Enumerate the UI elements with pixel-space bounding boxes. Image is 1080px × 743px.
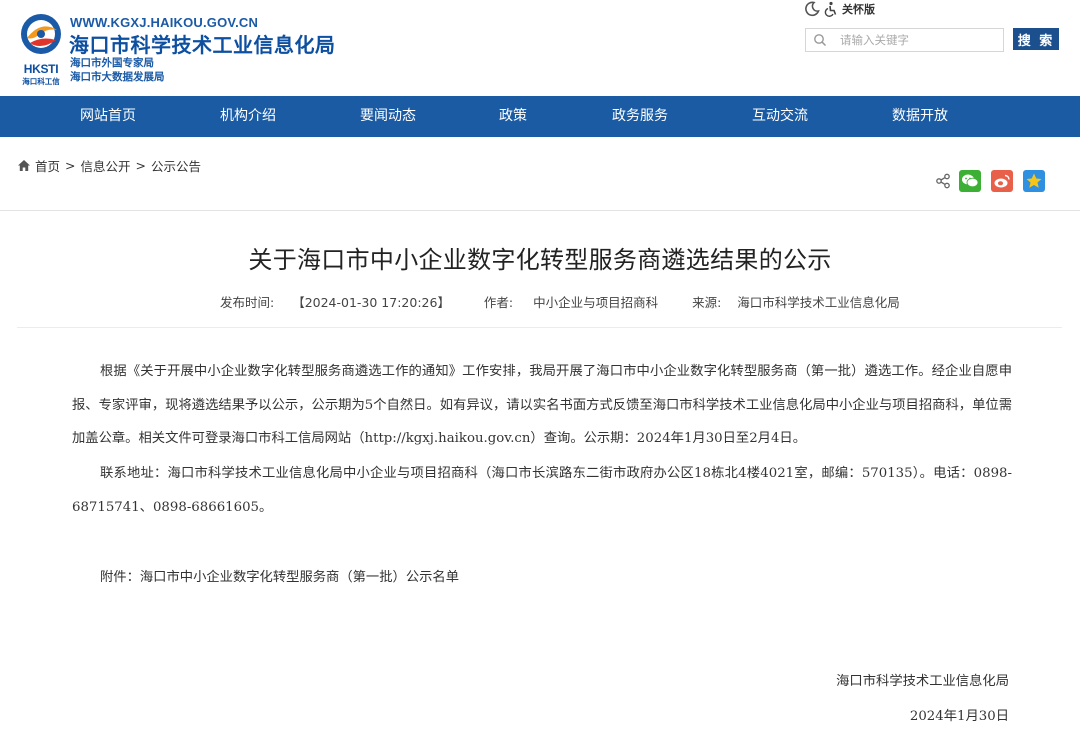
moon-icon[interactable] (804, 1, 820, 17)
title-divider (17, 327, 1062, 328)
breadcrumb-bar: 首页 > 信息公开 > 公示公告 (0, 137, 1080, 211)
publish-date-value: 【2024-01-30 17:20:26】 (292, 295, 450, 310)
weibo-icon[interactable] (991, 170, 1013, 192)
nav-item-policy[interactable]: 政策 (499, 96, 527, 137)
site-url: WWW.KGXJ.HAIKOU.GOV.CN (70, 15, 259, 30)
site-name: 海口市科学技术工业信息化局 (69, 33, 336, 57)
logo-subtext: 海口科工信 (22, 77, 60, 86)
site-header: HKSTI 海口科工信 WWW.KGXJ.HAIKOU.GOV.CN 海口市科学… (0, 0, 1080, 96)
author-value: 中小企业与项目招商科 (533, 295, 659, 310)
breadcrumb: 首页 > 信息公开 > 公示公告 (17, 156, 201, 175)
care-mode-label: 关怀版 (842, 3, 875, 16)
author-label: 作者: (483, 295, 514, 310)
share-bar (935, 170, 1045, 192)
logo-icon[interactable]: HKSTI 海口科工信 (18, 10, 64, 88)
nav-item-home[interactable]: 网站首页 (80, 96, 136, 137)
article-paragraph: 根据《关于开展中小企业数字化转型服务商遴选工作的通知》工作安排，我局开展了海口市… (72, 364, 1012, 446)
breadcrumb-separator: > (65, 158, 76, 173)
wechat-icon[interactable] (959, 170, 981, 192)
breadcrumb-announcements[interactable]: 公示公告 (151, 156, 201, 175)
accessibility-icon[interactable] (823, 1, 839, 17)
care-mode-link[interactable]: 关怀版 (804, 0, 875, 18)
article-title: 关于海口市中小企业数字化转型服务商遴选结果的公示 (248, 246, 832, 274)
nav-item-news[interactable]: 要闻动态 (360, 96, 416, 137)
publish-date-label: 发布时间: (220, 295, 275, 310)
source-value: 海口市科学技术工业信息化局 (737, 295, 900, 310)
search-input[interactable] (834, 29, 999, 51)
nav-item-open-data[interactable]: 数据开放 (892, 96, 948, 137)
nav-item-services[interactable]: 政务服务 (612, 96, 668, 137)
breadcrumb-separator: > (135, 158, 146, 173)
signature-date: 2024年1月30日 (909, 709, 1009, 724)
site-subtitle-foreign-experts: 海口市外国专家局 (70, 57, 154, 69)
article-meta: 发布时间: 【2024-01-30 17:20:26】 作者: 中小企业与项目招… (220, 292, 900, 311)
attachment-link[interactable]: 附件：海口市中小企业数字化转型服务商（第一批）公示名单 (100, 561, 459, 594)
search-button[interactable]: 搜 索 (1013, 28, 1059, 50)
nav-item-interaction[interactable]: 互动交流 (752, 96, 808, 137)
breadcrumb-info-disclosure[interactable]: 信息公开 (81, 156, 131, 175)
main-nav: 网站首页 机构介绍 要闻动态 政策 政务服务 互动交流 数据开放 (0, 96, 1080, 137)
home-icon (17, 159, 31, 172)
source-label: 来源: (692, 295, 722, 310)
qzone-icon[interactable] (1023, 170, 1045, 192)
share-icon (935, 173, 951, 189)
search-box (805, 28, 1004, 52)
article-paragraph-contact: 联系地址：海口市科学技术工业信息化局中小企业与项目招商科（海口市长滨路东二街市政… (72, 466, 1012, 515)
search-icon (806, 29, 834, 51)
logo-text: HKSTI (23, 62, 59, 76)
breadcrumb-home[interactable]: 首页 (35, 156, 60, 175)
signature-organization: 海口市科学技术工业信息化局 (836, 674, 1009, 689)
site-subtitle-big-data: 海口市大数据发展局 (70, 71, 165, 83)
nav-item-about[interactable]: 机构介绍 (220, 96, 276, 137)
